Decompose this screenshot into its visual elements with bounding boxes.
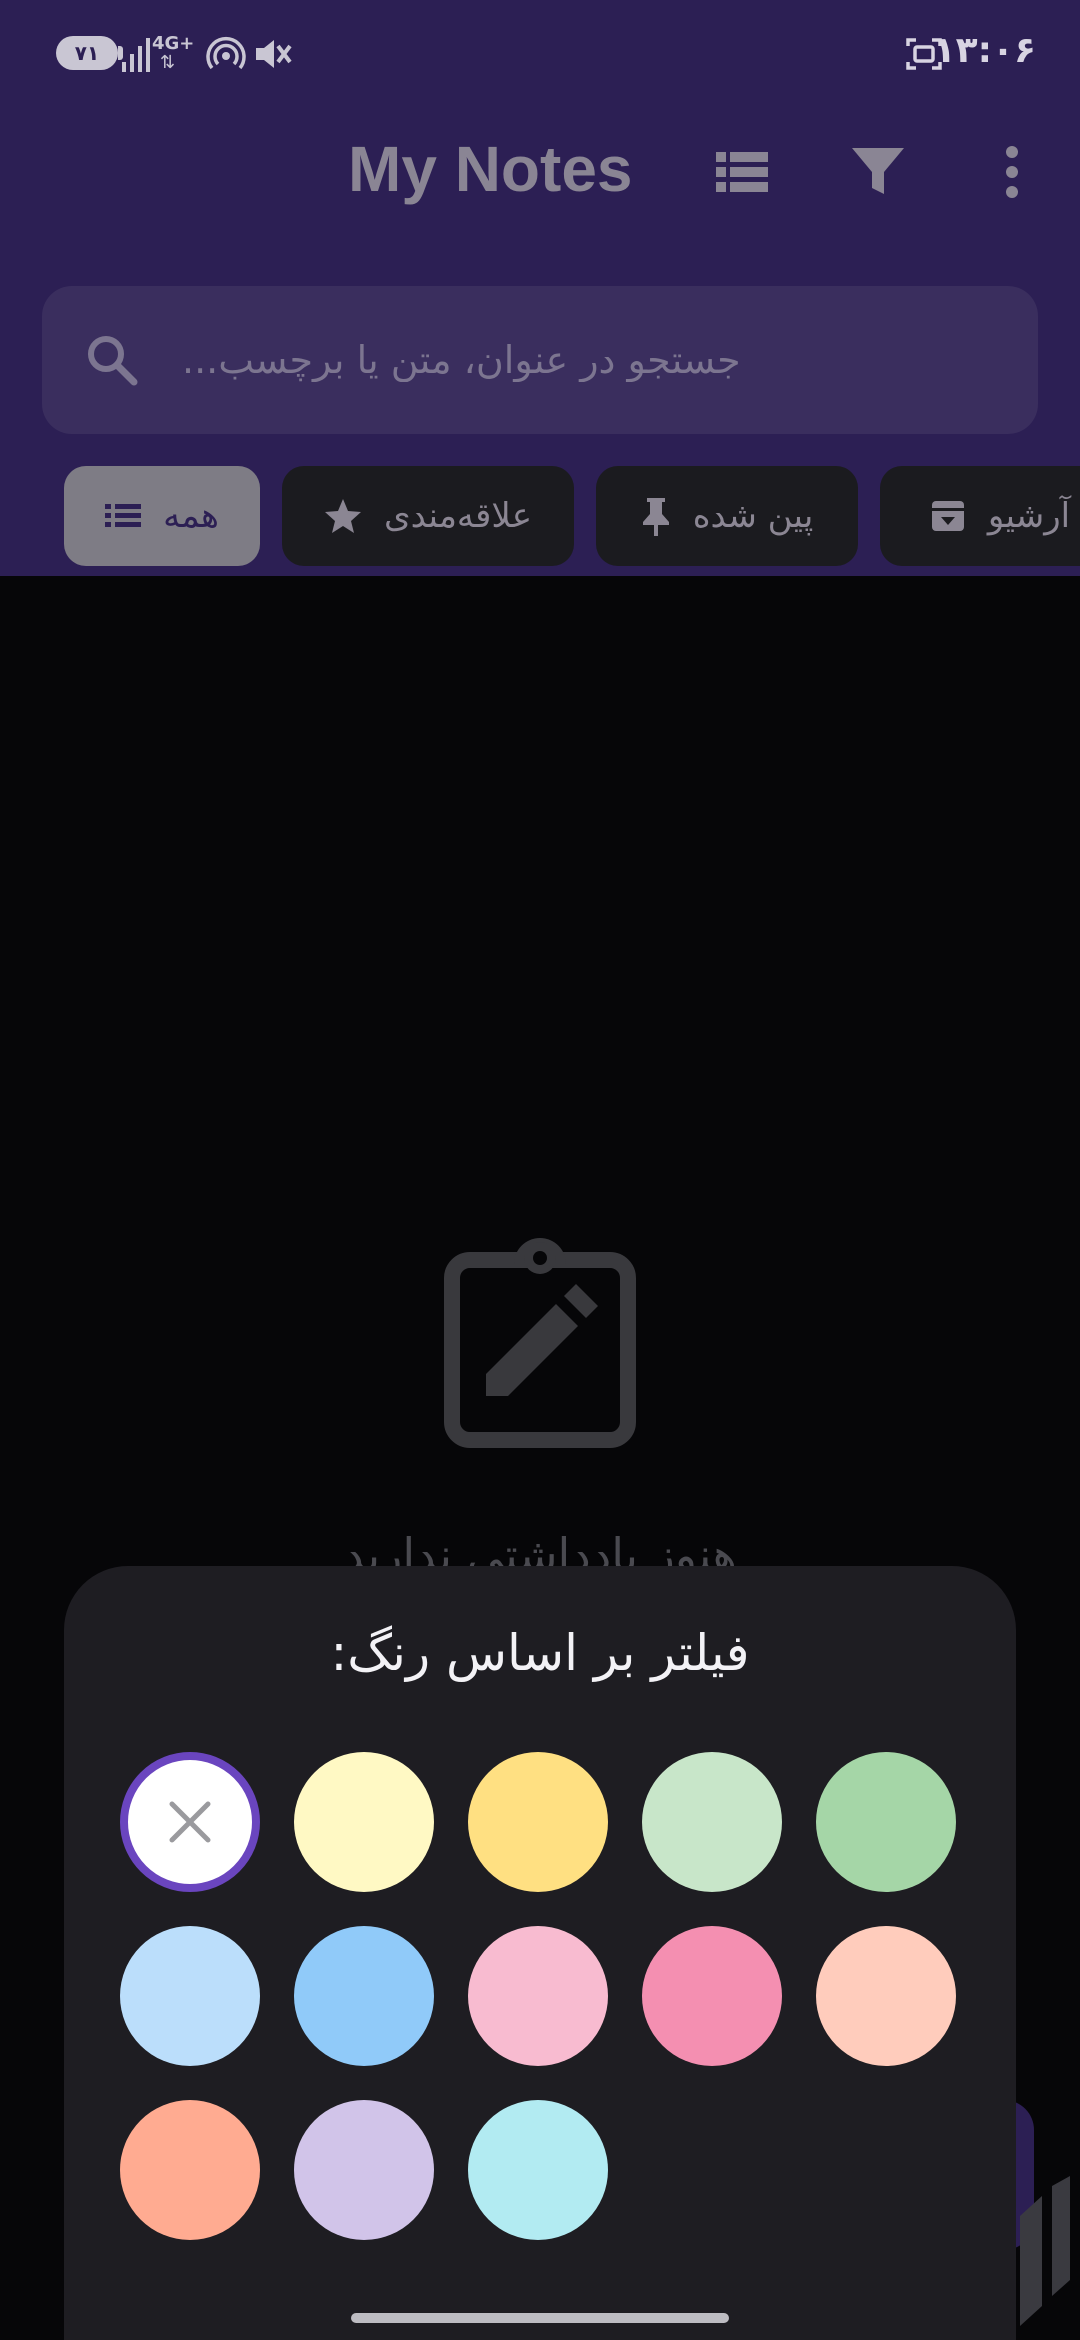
filter-chips: همه علاقه‌مندی پین شده آرشیو bbox=[0, 466, 1080, 570]
color-swatch[interactable] bbox=[120, 1926, 260, 2066]
clipboard-edit-icon bbox=[444, 1238, 636, 1448]
star-icon bbox=[325, 499, 361, 533]
app-title: My Notes bbox=[348, 133, 633, 205]
chip-all[interactable]: همه bbox=[64, 466, 260, 566]
color-swatch[interactable] bbox=[816, 1926, 956, 2066]
color-swatch[interactable] bbox=[642, 1752, 782, 1892]
pin-icon bbox=[642, 498, 669, 536]
color-swatch[interactable] bbox=[294, 2100, 434, 2240]
data-arrows-icon: ⇅ bbox=[160, 52, 176, 73]
list-view-icon[interactable] bbox=[712, 142, 772, 202]
network-type: 4G+ bbox=[152, 33, 195, 54]
sheet-title: فیلتر بر اساس رنگ: bbox=[330, 1624, 750, 1682]
color-swatch-none[interactable] bbox=[120, 1752, 260, 1892]
search-icon bbox=[88, 336, 138, 386]
color-filter-sheet: فیلتر بر اساس رنگ: bbox=[64, 1566, 1016, 2340]
mute-icon bbox=[256, 40, 292, 68]
status-clock: ۱۳:۰۶ bbox=[933, 30, 1036, 71]
color-swatch[interactable] bbox=[294, 1752, 434, 1892]
color-swatch[interactable] bbox=[120, 2100, 260, 2240]
chip-archive[interactable]: آرشیو bbox=[880, 466, 1080, 566]
chip-label: علاقه‌مندی bbox=[384, 496, 532, 536]
close-icon bbox=[169, 1801, 211, 1843]
chip-label: همه bbox=[163, 496, 219, 536]
archive-icon bbox=[931, 501, 964, 531]
app-bar: ۷۱ 4G+ ⇅ ۱۳:۰۶ My Notes جستجو در عنوان، … bbox=[0, 0, 1080, 576]
search-bar[interactable] bbox=[42, 286, 1038, 434]
more-vert-icon[interactable] bbox=[984, 142, 1040, 202]
color-swatch[interactable] bbox=[468, 1926, 608, 2066]
battery-indicator: ۷۱ bbox=[56, 36, 118, 70]
chip-label: پین شده bbox=[692, 496, 814, 536]
hotspot-icon bbox=[206, 37, 246, 70]
list-icon bbox=[105, 504, 142, 527]
color-swatch[interactable] bbox=[468, 2100, 608, 2240]
color-swatch[interactable] bbox=[642, 1926, 782, 2066]
chip-label: آرشیو bbox=[987, 496, 1071, 536]
color-swatch[interactable] bbox=[468, 1752, 608, 1892]
home-indicator[interactable] bbox=[351, 2313, 729, 2323]
filter-icon[interactable] bbox=[848, 142, 908, 202]
chip-favorites[interactable]: علاقه‌مندی bbox=[282, 466, 574, 566]
color-swatch[interactable] bbox=[816, 1752, 956, 1892]
search-input[interactable] bbox=[182, 286, 1002, 434]
status-bar: ۷۱ 4G+ ⇅ ۱۳:۰۶ bbox=[0, 0, 1080, 110]
signal-icon bbox=[122, 36, 150, 72]
color-swatch[interactable] bbox=[294, 1926, 434, 2066]
chip-pinned[interactable]: پین شده bbox=[596, 466, 858, 566]
